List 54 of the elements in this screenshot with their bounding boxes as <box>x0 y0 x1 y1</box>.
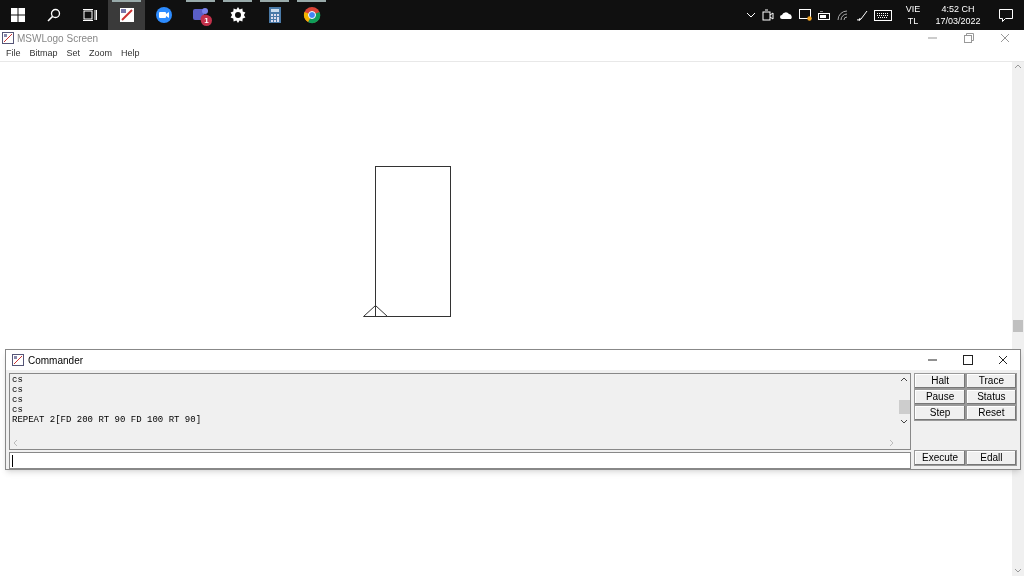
language-indicator[interactable]: VIE <box>905 3 921 15</box>
menu-item[interactable]: Set <box>66 46 81 61</box>
output-line: cs <box>12 405 24 415</box>
webcam-icon[interactable] <box>762 9 774 21</box>
menu-item[interactable]: Zoom <box>89 46 113 61</box>
scroll-down-icon[interactable] <box>900 417 909 425</box>
taskbar-app[interactable]: 1 <box>182 0 219 30</box>
turtle-icon <box>363 305 388 317</box>
language-indicator[interactable]: TL <box>907 15 919 27</box>
notification-icon[interactable] <box>999 8 1013 22</box>
window-title: MSWLogo Screen <box>17 31 99 46</box>
pen-icon[interactable] <box>855 8 868 22</box>
clock-time[interactable]: 4:52 CH <box>941 3 975 15</box>
monitor-icon[interactable] <box>799 9 812 21</box>
command-button[interactable]: Edall <box>965 450 1017 466</box>
keyboard-icon[interactable] <box>874 9 892 21</box>
output-line: cs <box>12 385 24 395</box>
output-line: cs <box>12 375 24 385</box>
command-button[interactable]: Execute <box>914 450 966 466</box>
command-button[interactable]: Halt <box>914 373 966 389</box>
menu-item[interactable]: Bitmap <box>29 46 58 61</box>
command-button[interactable]: Reset <box>965 405 1017 421</box>
video-camera-icon <box>154 6 173 24</box>
command-button[interactable]: Trace <box>965 373 1017 389</box>
taskbar-app[interactable] <box>108 0 145 30</box>
app-icon <box>2 32 14 44</box>
search-icon <box>47 8 61 22</box>
output-line: REPEAT 2[FD 200 RT 90 FD 100 RT 90] <box>12 415 203 425</box>
windows-icon <box>11 8 25 22</box>
scrollbar-thumb[interactable] <box>1013 320 1023 332</box>
chevron-up-icon[interactable] <box>746 12 756 18</box>
command-button[interactable]: Step <box>914 405 966 421</box>
output-line: cs <box>12 395 24 405</box>
close-icon[interactable] <box>998 355 1008 365</box>
command-button[interactable]: Status <box>965 389 1017 405</box>
input-field[interactable] <box>9 452 912 469</box>
settings-icon <box>228 6 247 24</box>
restore-icon[interactable] <box>964 33 974 43</box>
app-icon <box>12 354 24 366</box>
menu-item[interactable]: Help <box>121 46 140 61</box>
command-button[interactable]: Pause <box>914 389 966 405</box>
cloud-icon[interactable] <box>780 11 793 19</box>
window-title: Commander <box>28 353 84 368</box>
menu-item[interactable]: File <box>6 46 21 61</box>
battery-icon[interactable] <box>818 10 831 20</box>
task-view-icon <box>83 9 97 21</box>
text-cursor <box>12 454 13 467</box>
scrollbar-thumb[interactable] <box>898 400 910 414</box>
logo-app-icon <box>117 6 136 24</box>
wifi-icon[interactable] <box>837 9 849 21</box>
clock-date[interactable]: 17/03/2022 <box>935 15 981 27</box>
scroll-up-icon[interactable] <box>900 376 909 384</box>
maximize-icon[interactable] <box>963 355 973 365</box>
notification-badge: 1 <box>201 15 212 26</box>
